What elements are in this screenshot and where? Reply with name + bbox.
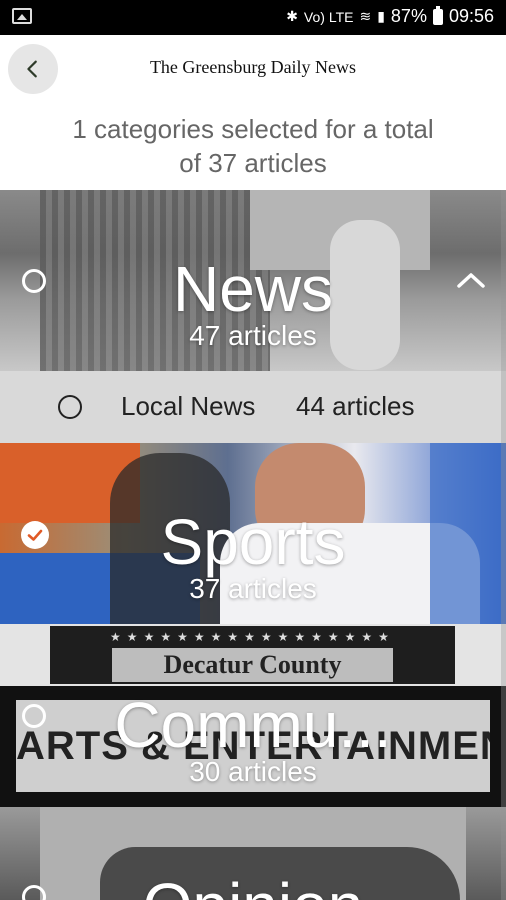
status-bar: ✱ Vo) LTE ≋ ▮ 87% 09:56 [0, 0, 506, 35]
app-bar: The Greensburg Daily News [0, 35, 506, 105]
category-title: Opinion [0, 869, 506, 900]
app-title: The Greensburg Daily News [149, 57, 357, 77]
category-opinion[interactable]: Opinion [0, 807, 506, 900]
selection-summary: 1 categories selected for a total of 37 … [0, 112, 506, 180]
category-count: 47 articles [189, 320, 317, 351]
summary-line-1: 1 categories selected for a total [72, 114, 434, 144]
local-news-select-radio[interactable] [58, 395, 82, 419]
scrollbar[interactable] [501, 190, 506, 900]
wifi-icon: ≋ [359, 8, 372, 24]
status-right: ✱ Vo) LTE ≋ ▮ 87% 09:56 [286, 5, 494, 27]
category-title: Commu... [114, 689, 392, 761]
banner-top: ★★★★★★★★★★★★★★★★★ Decatur County [50, 626, 455, 684]
subcategory-local-news[interactable]: Local News 44 articles [0, 371, 506, 443]
summary-line-2: of 37 articles [179, 148, 327, 178]
signal-icon: ▮ [377, 8, 385, 24]
category-count: 37 articles [189, 573, 317, 604]
category-sports[interactable]: Sports 37 articles [0, 443, 506, 624]
gallery-icon [12, 8, 32, 24]
battery-icon [432, 5, 443, 25]
clock: 09:56 [448, 6, 494, 26]
category-news[interactable]: News 47 articles [0, 190, 506, 371]
category-title: News [172, 253, 334, 325]
chevron-up-icon[interactable] [456, 270, 486, 290]
category-count: 30 articles [189, 756, 317, 787]
banner-top-text: Decatur County [112, 648, 393, 682]
volte-icon: Vo) LTE [303, 8, 354, 25]
battery-percent: 87% [390, 6, 427, 26]
subcategory-label: Local News [121, 391, 256, 421]
subcategory-count: 44 articles [296, 391, 415, 421]
category-community[interactable]: ★★★★★★★★★★★★★★★★★ Decatur County ARTS & … [0, 624, 506, 807]
bluetooth-icon: ✱ [286, 8, 298, 24]
category-title: Sports [160, 506, 346, 578]
